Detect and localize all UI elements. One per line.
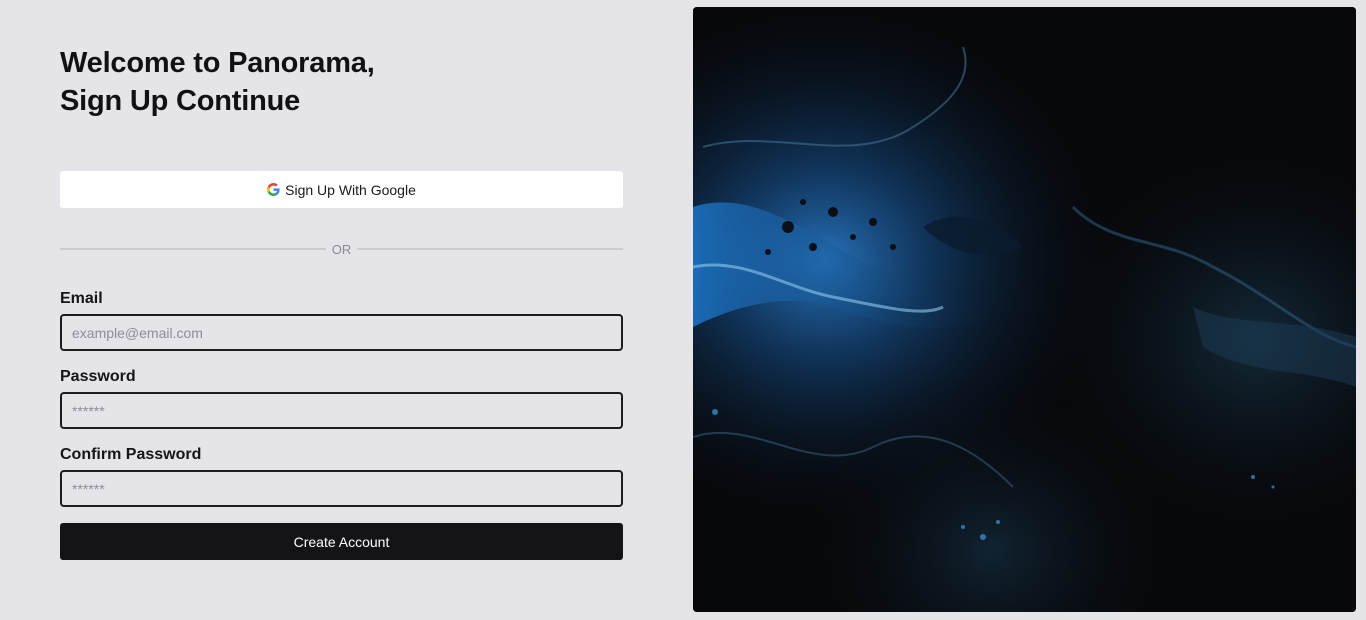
google-signup-button[interactable]: Sign Up With Google (60, 171, 623, 208)
email-field[interactable] (60, 314, 623, 351)
signup-panel: Welcome to Panorama, Sign Up Continue Si… (60, 0, 623, 620)
confirm-password-field[interactable] (60, 470, 623, 507)
email-label: Email (60, 290, 103, 307)
signup-page: Welcome to Panorama, Sign Up Continue Si… (0, 0, 1366, 620)
title-line-2: Sign Up Continue (60, 85, 301, 117)
divider-line-right (357, 248, 623, 250)
google-signup-label: Sign Up With Google (285, 181, 416, 198)
fluid-art-image (693, 7, 1356, 612)
google-g-icon (267, 183, 280, 196)
page-title: Welcome to Panorama, Sign Up Continue (60, 44, 623, 120)
hero-image (693, 7, 1356, 612)
confirm-password-label: Confirm Password (60, 446, 202, 463)
password-label: Password (60, 368, 136, 385)
divider-line-left (60, 248, 326, 250)
create-account-button[interactable]: Create Account (60, 523, 623, 560)
password-field[interactable] (60, 392, 623, 429)
title-line-1: Welcome to Panorama, (60, 47, 375, 79)
or-divider: OR (60, 240, 623, 258)
divider-text: OR (331, 241, 352, 257)
